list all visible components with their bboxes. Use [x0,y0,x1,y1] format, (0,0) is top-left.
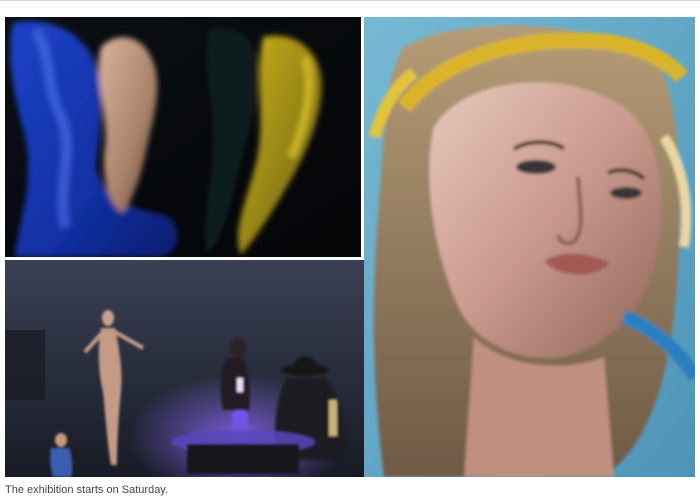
photo-dancer-blue-yellow-fabric [5,17,361,257]
image-caption: The exhibition starts on Saturday. [5,484,169,496]
dancer-fabric-illustration [5,17,361,257]
photo-dark-room-scene [5,260,368,477]
painting-portrait-woman [364,17,695,477]
top-divider [0,0,700,1]
room-scene-illustration [5,260,368,477]
portrait-illustration [364,17,695,477]
image-collage [5,17,695,477]
